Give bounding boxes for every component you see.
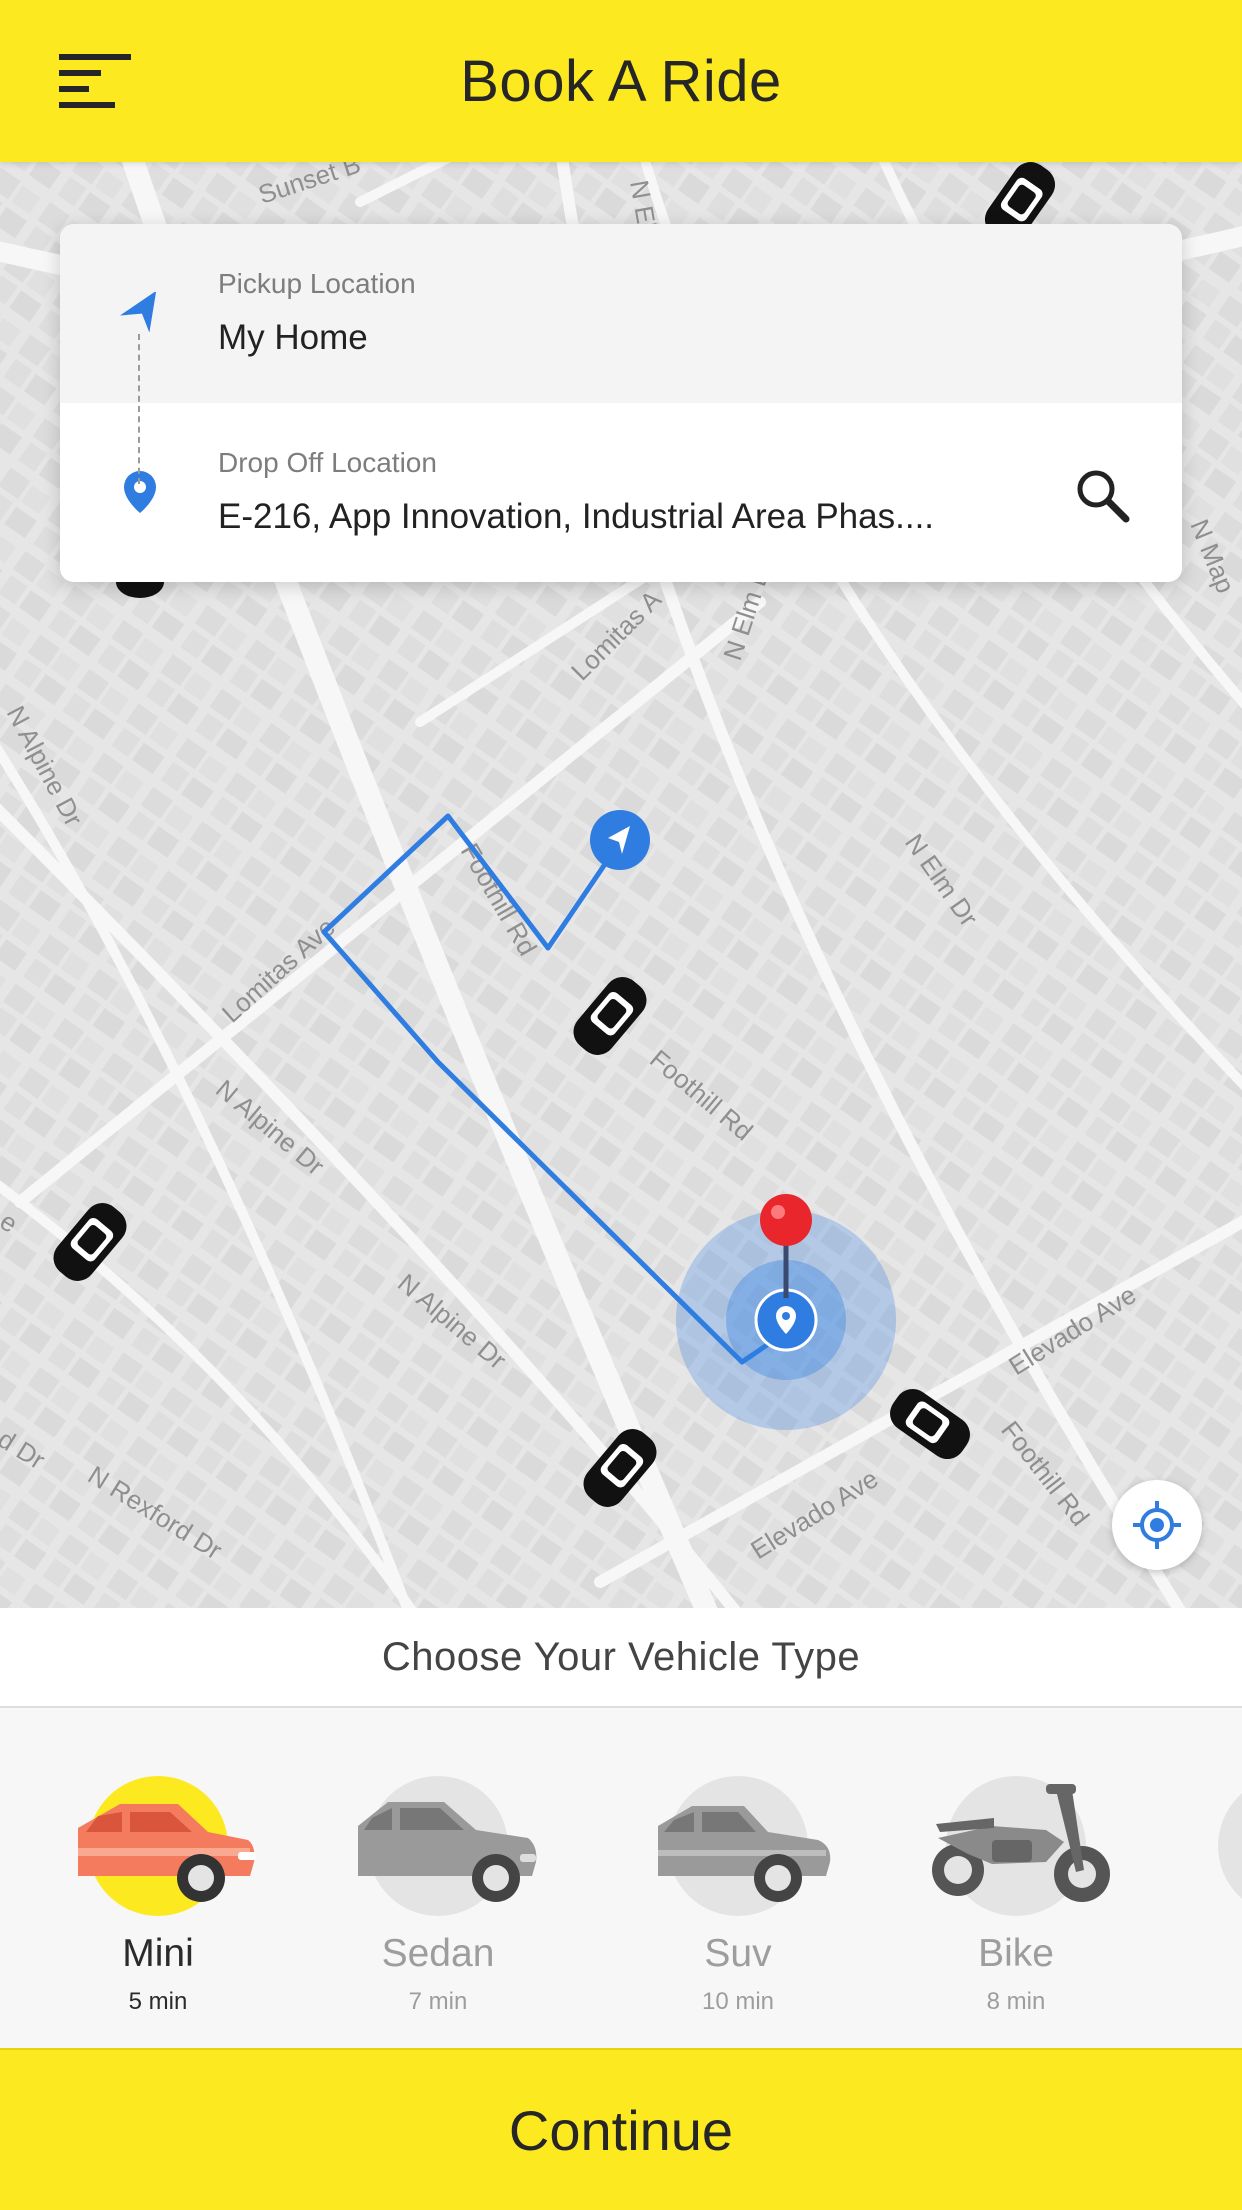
continue-label: Continue — [508, 2098, 734, 2162]
location-card: Pickup Location My Home Drop Off Locatio… — [60, 224, 1182, 582]
menu-icon[interactable] — [56, 50, 134, 114]
pickup-location-row[interactable]: Pickup Location My Home — [60, 224, 1182, 403]
navigation-arrow-icon — [119, 292, 157, 333]
app-header: Book A Ride — [0, 0, 1242, 162]
vehicle-option-more[interactable] — [1218, 1776, 1242, 1916]
vehicle-list[interactable]: Mini 5 min Sedan 7 min Suv 10 min Bike 8… — [0, 1708, 1242, 2048]
suv-car-icon — [658, 1806, 831, 1902]
continue-button[interactable]: Continue — [0, 2048, 1242, 2210]
bike-icon — [932, 1784, 1110, 1902]
vehicle-eta: 10 min — [701, 1988, 775, 2015]
pickup-marker — [590, 810, 650, 870]
vehicle-name: Bike — [978, 1932, 1054, 1975]
vehicle-name: Sedan — [381, 1932, 495, 1975]
vehicle-type-title: Choose Your Vehicle Type — [381, 1634, 861, 1679]
route-connector — [138, 334, 140, 484]
vehicle-type-header: Choose Your Vehicle Type — [0, 1608, 1242, 1708]
dropoff-label: Drop Off Location — [218, 447, 437, 478]
search-icon[interactable] — [1074, 467, 1130, 523]
vehicle-eta: 8 min — [986, 1988, 1046, 2015]
pickup-value: My Home — [218, 318, 368, 357]
vehicle-option-bike[interactable]: Bike 8 min — [896, 1766, 1136, 2026]
crosshair-icon — [1133, 1501, 1181, 1549]
vehicle-name: Mini — [122, 1932, 194, 1975]
location-pin-icon — [124, 471, 156, 513]
mini-car-icon — [78, 1804, 256, 1902]
vehicle-option-suv[interactable]: Suv 10 min — [618, 1766, 858, 2026]
pickup-label: Pickup Location — [218, 268, 416, 299]
sedan-car-icon — [358, 1802, 537, 1902]
dropoff-location-row[interactable]: Drop Off Location E-216, App Innovation,… — [60, 403, 1182, 582]
vehicle-option-sedan[interactable]: Sedan 7 min — [318, 1766, 558, 2026]
locate-me-button[interactable] — [1112, 1480, 1202, 1570]
vehicle-eta: 5 min — [128, 1988, 188, 2015]
vehicle-option-mini[interactable]: Mini 5 min — [38, 1766, 278, 2026]
page-title: Book A Ride — [460, 48, 782, 114]
vehicle-name: Suv — [704, 1932, 772, 1975]
dropoff-value: E-216, App Innovation, Industrial Area P… — [218, 497, 935, 536]
vehicle-eta: 7 min — [408, 1988, 468, 2015]
current-location-marker — [754, 1288, 818, 1352]
